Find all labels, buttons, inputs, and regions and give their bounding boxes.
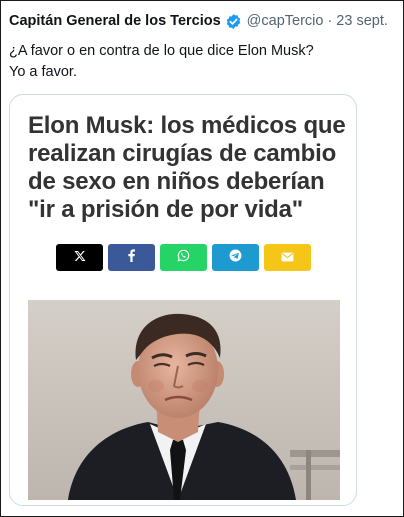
separator-dot: · <box>327 13 333 29</box>
share-x-button[interactable] <box>56 244 103 271</box>
tweet-header: Capitán General de los Tercios @capTerci… <box>9 9 401 33</box>
telegram-icon <box>229 249 242 267</box>
facebook-icon <box>127 248 136 267</box>
share-email-button[interactable] <box>264 244 311 271</box>
author-name[interactable]: Capitán General de los Tercios <box>9 13 221 29</box>
share-facebook-button[interactable] <box>108 244 155 271</box>
tweet-frame: Capitán General de los Tercios @capTerci… <box>0 0 404 517</box>
tweet-text-line-2: Yo a favor. <box>9 64 77 80</box>
media-card[interactable]: Elon Musk: los médicos que realizan ciru… <box>9 94 357 506</box>
envelope-icon <box>281 249 294 267</box>
x-logo-icon <box>74 249 86 267</box>
share-bar <box>56 244 311 271</box>
tweet-date[interactable]: 23 sept. <box>336 13 388 29</box>
article-photo[interactable] <box>28 300 340 500</box>
verified-badge-icon <box>225 13 242 30</box>
share-telegram-button[interactable] <box>212 244 259 271</box>
author-handle[interactable]: @capTercio <box>247 13 324 29</box>
article-headline: Elon Musk: los médicos que realizan ciru… <box>28 112 346 223</box>
share-whatsapp-button[interactable] <box>160 244 207 271</box>
whatsapp-icon <box>177 249 190 267</box>
tweet-text-line-1: ¿A favor o en contra de lo que dice Elon… <box>9 43 314 59</box>
